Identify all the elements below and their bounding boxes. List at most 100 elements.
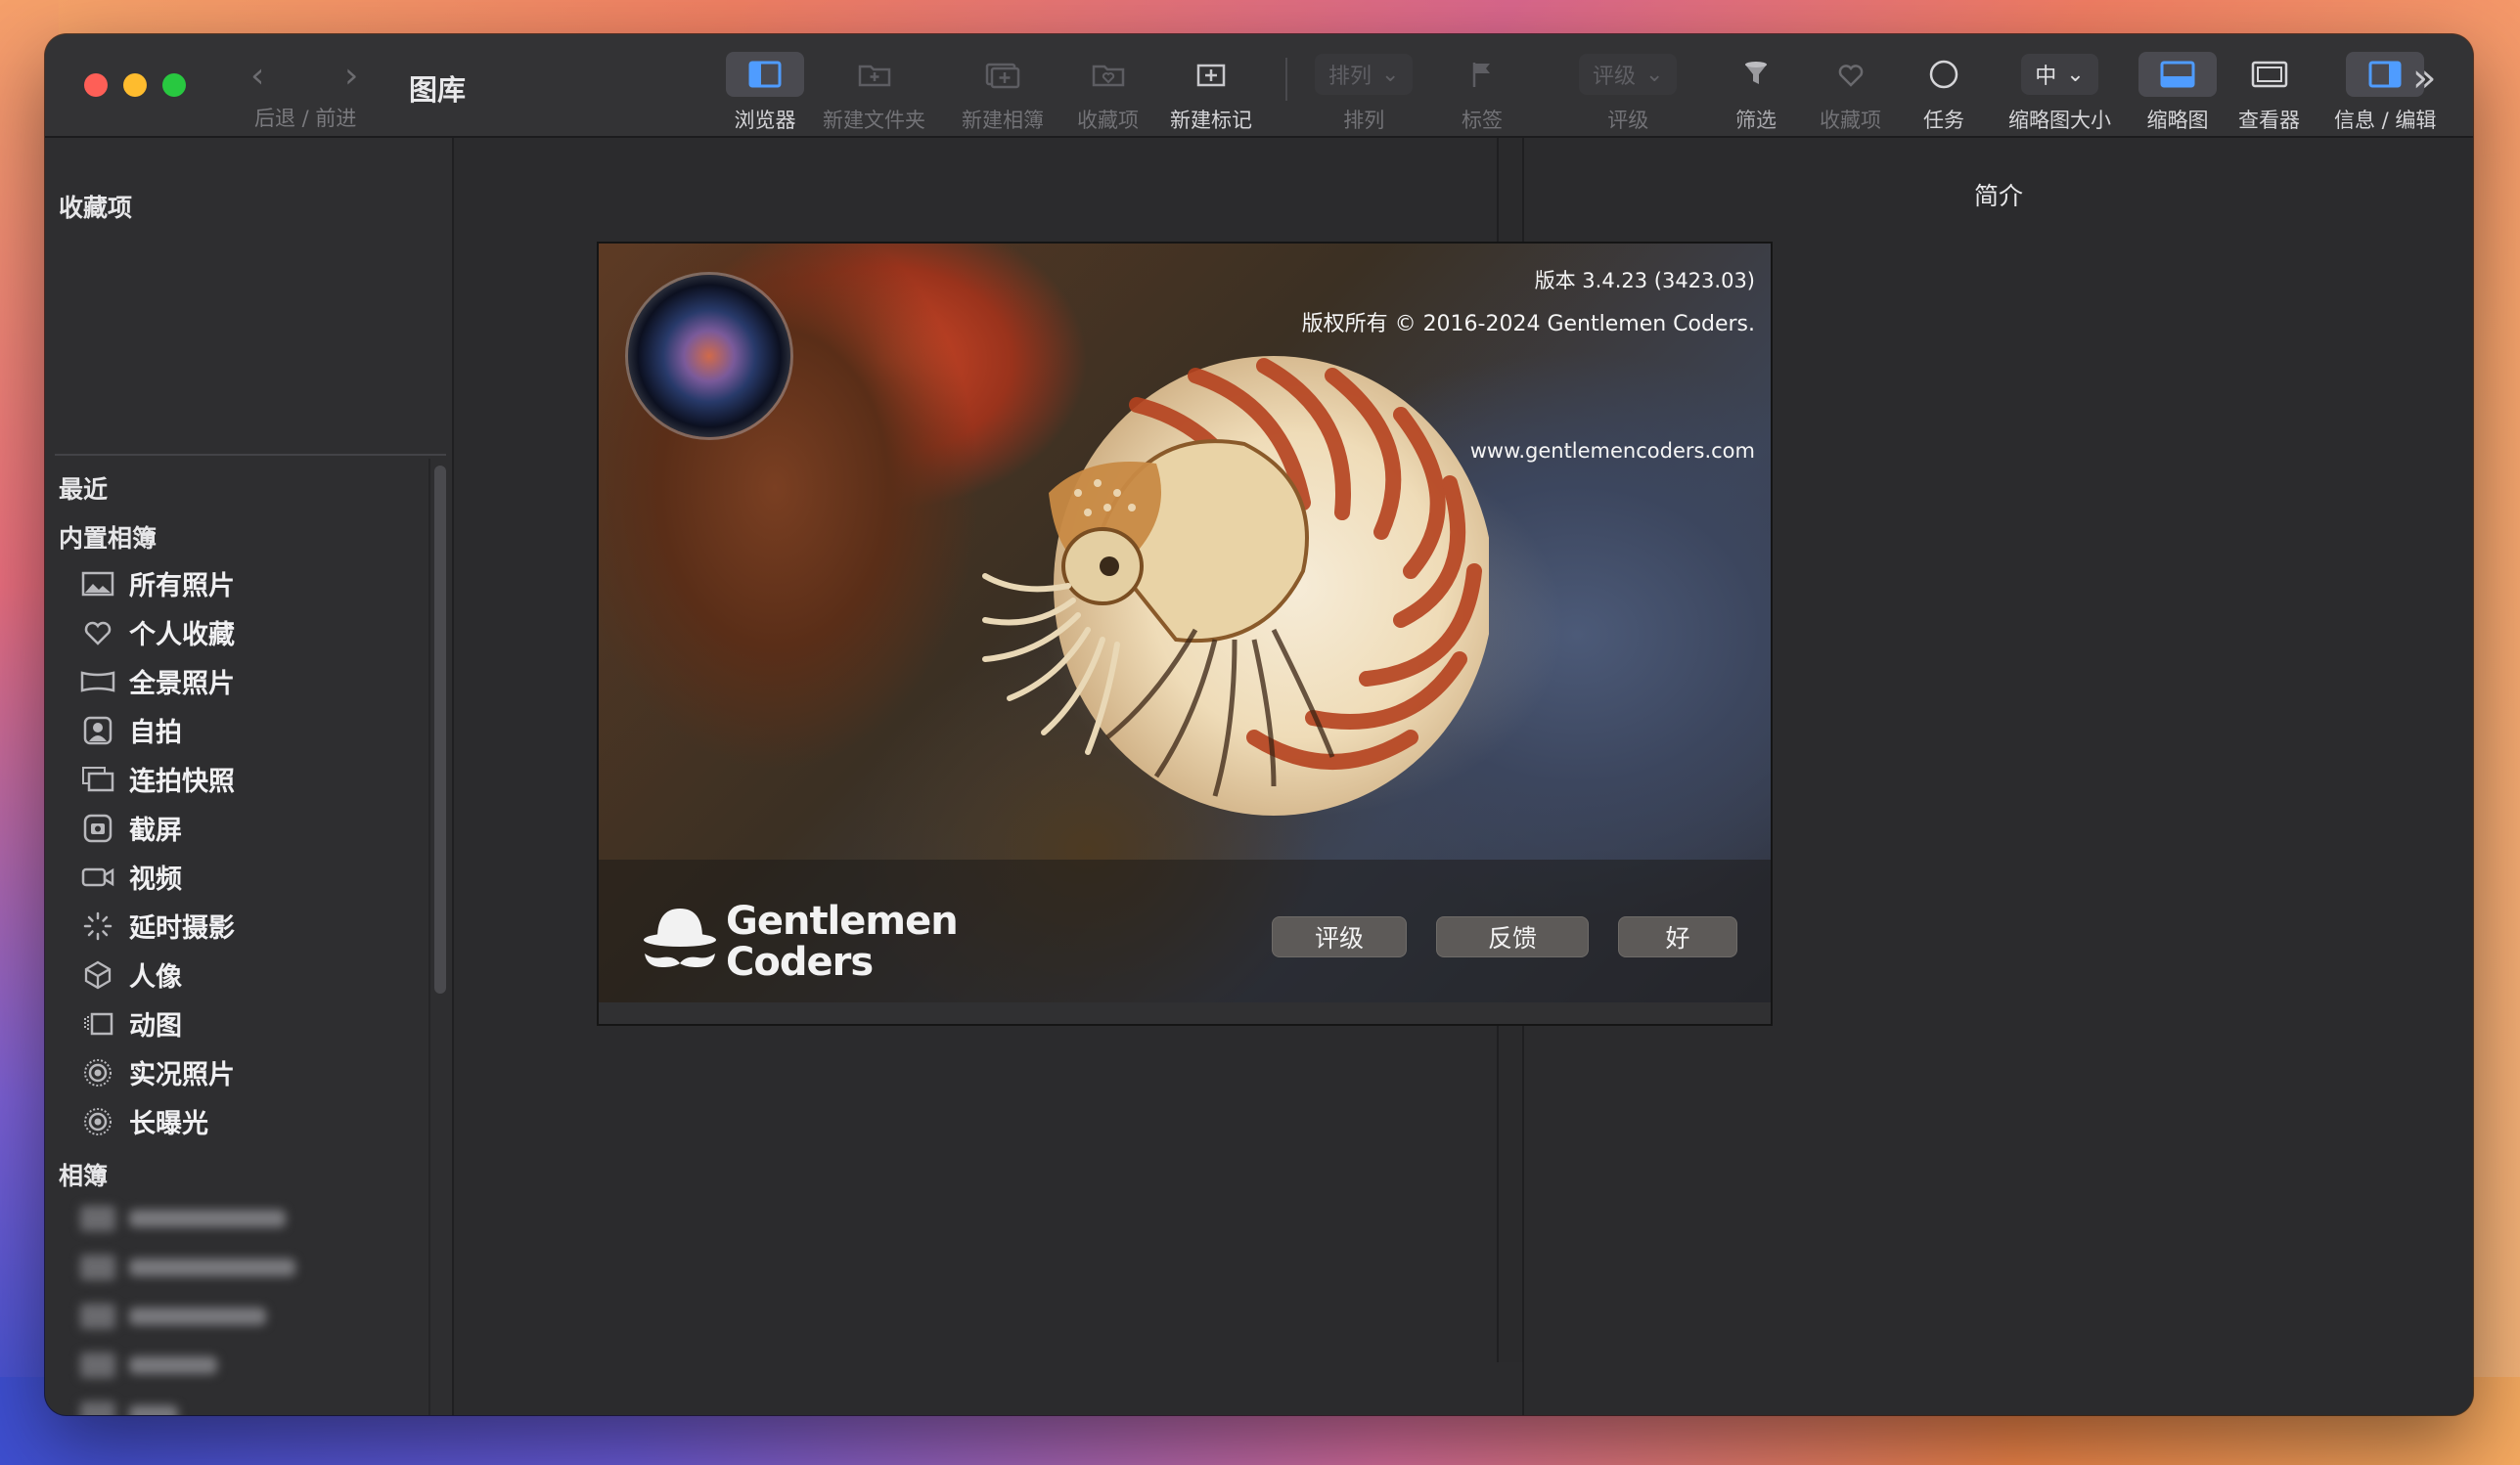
- sort-label: 排列: [1343, 109, 1385, 132]
- browser-label: 浏览器: [734, 109, 796, 132]
- sidebar-item-favorites[interactable]: 个人收藏: [80, 613, 235, 651]
- sidebar-item-label: 长曝光: [129, 1109, 208, 1139]
- blurred-album-row[interactable]: [80, 1401, 178, 1415]
- thumbnails-label: 缩略图: [2146, 109, 2209, 132]
- sidebar-item-portraits[interactable]: 人像: [80, 955, 182, 994]
- filter-icon: [1736, 52, 1776, 97]
- sort-menu[interactable]: 排列 ⌄ 排列: [1315, 52, 1414, 134]
- zoom-window-button[interactable]: [162, 73, 186, 97]
- tasks-button[interactable]: 任务: [1923, 52, 1964, 134]
- rate-button[interactable]: 评级: [1272, 916, 1407, 957]
- feedback-button[interactable]: 反馈: [1436, 916, 1589, 957]
- gentlemen-coders-logo: Gentlemen Coders: [642, 899, 959, 985]
- tasks-label: 任务: [1923, 109, 1964, 132]
- sidebar-item-selfies[interactable]: 自拍: [80, 711, 182, 749]
- about-footer-strip: [599, 1002, 1771, 1024]
- sidebar-item-label: 个人收藏: [129, 620, 235, 650]
- forward-chevron-icon[interactable]: ›: [344, 56, 358, 96]
- favorites-filter-button[interactable]: 收藏项: [1820, 52, 1881, 134]
- blurred-album-row[interactable]: [80, 1255, 295, 1280]
- browser-button[interactable]: 浏览器: [726, 52, 804, 134]
- new-folder-button[interactable]: 新建文件夹: [823, 52, 925, 134]
- long-exposure-icon: [80, 1106, 115, 1137]
- builtin-albums-header: 内置相簿: [59, 524, 158, 553]
- new-folder-label: 新建文件夹: [823, 109, 925, 132]
- sidebar-item-all-photos[interactable]: 所有照片: [80, 564, 235, 602]
- tags-label: 标签: [1462, 109, 1503, 132]
- sidebar-item-videos[interactable]: 视频: [80, 858, 182, 896]
- new-album-icon: [978, 52, 1027, 97]
- sidebar-item-recent[interactable]: 最近: [59, 470, 108, 506]
- sidebar-item-label: 延时摄影: [129, 913, 235, 944]
- sidebar-item-label: 截屏: [129, 816, 182, 846]
- sidebar-item-label: 所有照片: [129, 571, 235, 601]
- toolbar-overflow-icon[interactable]: »: [2412, 56, 2436, 101]
- sidebar-scrollbar[interactable]: [434, 466, 446, 994]
- nav-label: 后退 / 前进: [254, 107, 357, 130]
- filter-button[interactable]: 筛选: [1735, 52, 1777, 134]
- sidebar-item-screenshots[interactable]: 截屏: [80, 809, 182, 847]
- blurred-album-row[interactable]: [80, 1304, 266, 1329]
- screenshot-icon: [80, 813, 115, 844]
- website-link[interactable]: www.gentlemencoders.com: [1470, 439, 1755, 463]
- sidebar-item-label: 动图: [129, 1011, 182, 1042]
- sidebar-item-timelapse[interactable]: 延时摄影: [80, 907, 235, 945]
- viewer-button[interactable]: 查看器: [2238, 52, 2300, 134]
- sidebar-divider: [55, 454, 446, 456]
- new-tag-button[interactable]: 新建标记: [1170, 52, 1252, 134]
- thumbnail-size-label: 缩略图大小: [2008, 109, 2111, 132]
- sidebar-item-long-exposure[interactable]: 长曝光: [80, 1102, 208, 1140]
- sidebar-item-label: 人像: [129, 962, 182, 993]
- chevron-down-icon: ⌄: [1645, 62, 1664, 87]
- sidebar-item-label: 连拍快照: [129, 767, 235, 797]
- sidebar-item-label: 全景照片: [129, 669, 235, 699]
- live-photo-icon: [80, 1057, 115, 1088]
- thumbnail-size-menu[interactable]: 中 ⌄ 缩略图大小: [2008, 52, 2111, 134]
- minimize-window-button[interactable]: [123, 73, 147, 97]
- sidebar-item-label: 实况照片: [129, 1060, 235, 1090]
- timelapse-icon: [80, 910, 115, 942]
- toolbar: ‹ › 后退 / 前进 图库 浏览器 新建文件夹 新建相簿 收藏项 新建标记 排…: [45, 34, 2473, 138]
- chevron-down-icon: ⌄: [1381, 62, 1400, 87]
- back-chevron-icon[interactable]: ‹: [250, 56, 264, 96]
- rating-select-value: 评级: [1593, 65, 1637, 89]
- rating-label: 评级: [1607, 109, 1649, 132]
- chevron-down-icon: ⌄: [2066, 62, 2085, 87]
- blurred-album-row[interactable]: [80, 1353, 217, 1378]
- tags-button[interactable]: 标签: [1462, 52, 1503, 134]
- ok-button[interactable]: 好: [1618, 916, 1737, 957]
- info-edit-label: 信息 / 编辑: [2334, 109, 2437, 132]
- about-dialog: 版本 3.4.23 (3423.03) 版权所有 © 2016-2024 Gen…: [597, 242, 1773, 1026]
- sidebar-item-animated[interactable]: 动图: [80, 1004, 182, 1043]
- photos-icon: [80, 568, 115, 599]
- sidebar-item-bursts[interactable]: 连拍快照: [80, 760, 235, 798]
- close-window-button[interactable]: [84, 73, 108, 97]
- rating-menu[interactable]: 评级 ⌄ 评级: [1579, 52, 1678, 134]
- thumbnails-icon: [2138, 52, 2217, 97]
- thumb-size-value: 中: [2035, 65, 2057, 89]
- tasks-circle-icon: [1924, 52, 1963, 97]
- animated-icon: [80, 1008, 115, 1040]
- window-title: 图库: [409, 73, 467, 107]
- new-folder-icon: [850, 52, 899, 97]
- sidebar-scroll-track: [428, 459, 430, 1415]
- sidebar-item-live-photos[interactable]: 实况照片: [80, 1053, 235, 1091]
- portrait-icon: [80, 959, 115, 991]
- add-favorite-button[interactable]: 收藏项: [1077, 52, 1139, 134]
- sidebar: 收藏项 最近 内置相簿 所有照片 个人收藏 全景照片 自拍 连拍快照 截屏 视频…: [45, 138, 454, 1415]
- sidebar-item-panoramas[interactable]: 全景照片: [80, 662, 235, 700]
- blurred-album-row[interactable]: [80, 1206, 286, 1231]
- favorite-folder-icon: [1084, 52, 1133, 97]
- app-window: ‹ › 后退 / 前进 图库 浏览器 新建文件夹 新建相簿 收藏项 新建标记 排…: [45, 34, 2473, 1415]
- viewer-icon: [2240, 52, 2299, 97]
- sort-select-value: 排列: [1328, 65, 1372, 89]
- logo-text-line1: Gentlemen: [726, 899, 959, 944]
- new-album-button[interactable]: 新建相簿: [962, 52, 1044, 134]
- filter-label: 筛选: [1735, 109, 1777, 132]
- heart-icon: [80, 617, 115, 648]
- sidebar-item-label: 视频: [129, 865, 182, 895]
- app-logo-lens-icon: [628, 275, 790, 437]
- albums-section-header: 相簿: [59, 1162, 109, 1190]
- logo-text-line2: Coders: [726, 940, 874, 985]
- thumbnails-view-button[interactable]: 缩略图: [2138, 52, 2217, 134]
